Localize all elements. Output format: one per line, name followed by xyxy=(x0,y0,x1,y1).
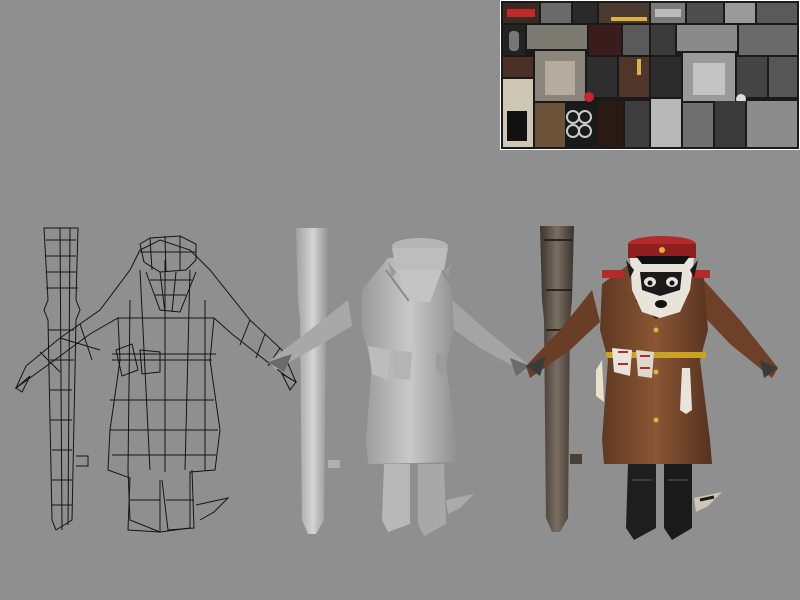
clay-launcher-tube xyxy=(296,228,340,534)
clay-raccoon-model xyxy=(268,228,530,536)
textured-launcher-tube xyxy=(540,226,582,532)
textured-raccoon-model xyxy=(526,226,778,540)
wireframe-launcher-tube xyxy=(43,227,89,531)
character-render-stage xyxy=(14,226,778,540)
wireframe-raccoon-model xyxy=(14,227,298,533)
